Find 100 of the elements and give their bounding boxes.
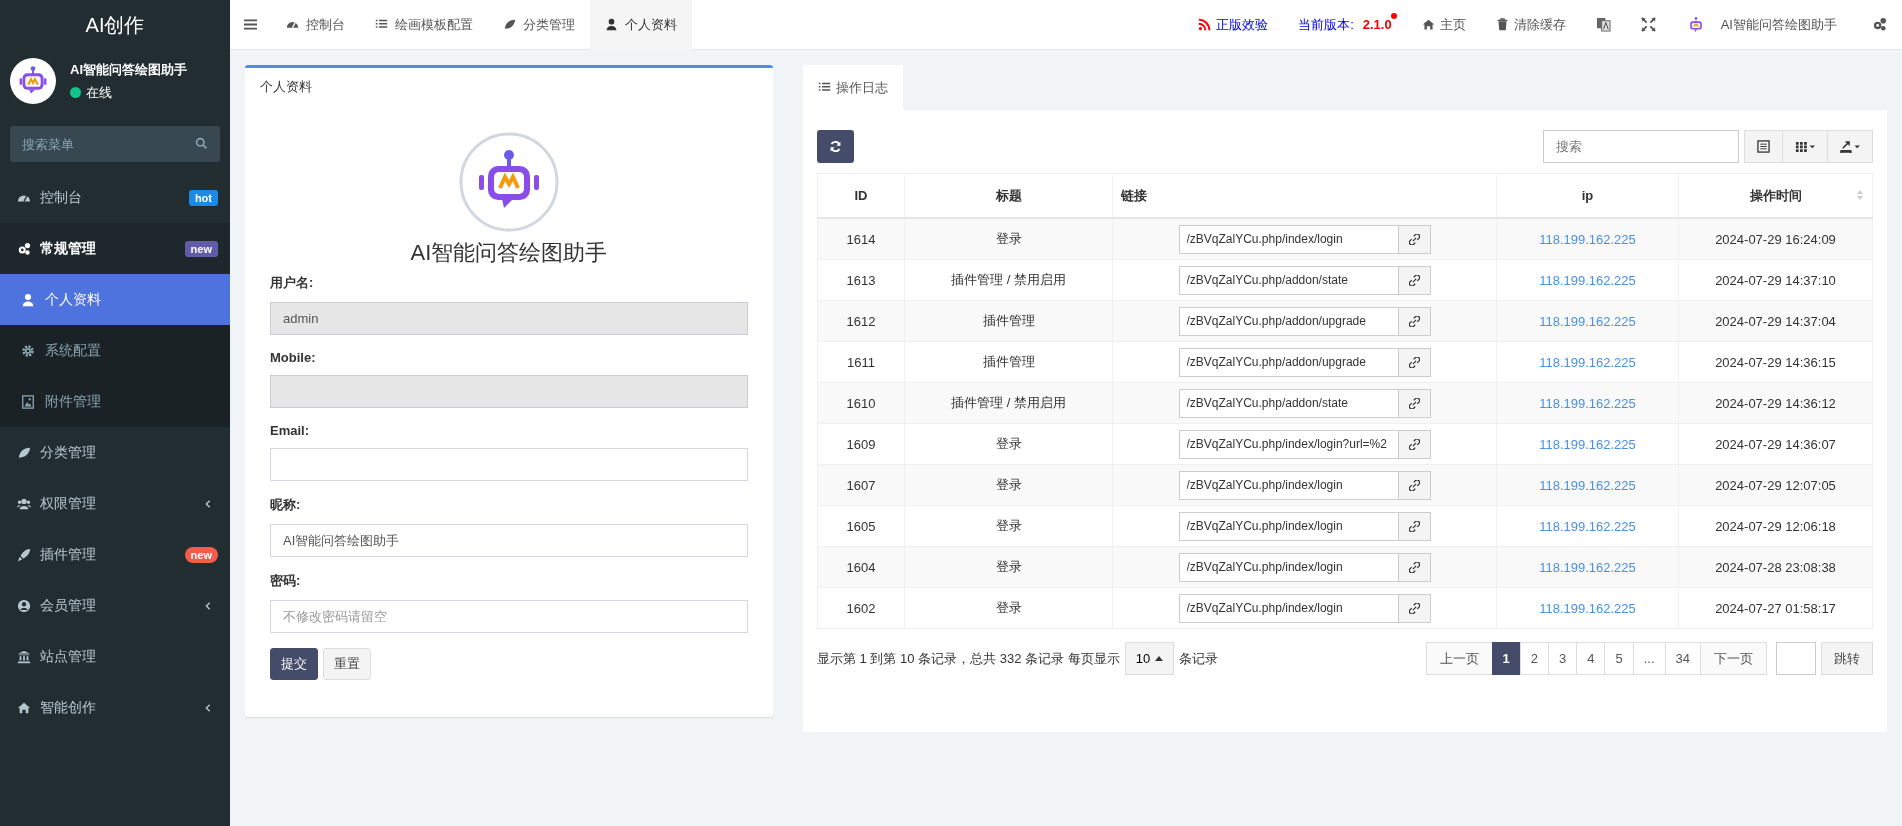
nav-tab[interactable]: 绘画模板配置 — [360, 0, 488, 50]
table-cell: 2024-07-29 14:36:12 — [1678, 382, 1873, 424]
user-name: AI智能问答绘图助手 — [70, 60, 187, 79]
prev-page-button[interactable]: 上一页 — [1425, 642, 1493, 675]
link-icon — [1408, 315, 1420, 327]
version-link[interactable]: 当前版本: 2.1.0 — [1283, 15, 1407, 34]
update-dot — [1390, 12, 1397, 19]
home-link[interactable]: 主页 — [1406, 15, 1481, 34]
open-link-button[interactable] — [1398, 347, 1431, 377]
submit-button[interactable]: 提交 — [270, 648, 318, 680]
sidebar-menu-item[interactable]: 会员管理 — [0, 580, 230, 631]
gear-icon — [21, 343, 35, 358]
submenu-item-label: 附件管理 — [45, 392, 101, 411]
next-page-button[interactable]: 下一页 — [1700, 642, 1767, 675]
menu-item-label: 控制台 — [40, 188, 83, 207]
reset-button[interactable]: 重置 — [323, 648, 371, 680]
url-field[interactable]: /zBVqZalYCu.php/index/login?url=%2 — [1178, 429, 1399, 459]
go-button[interactable]: 跳转 — [1821, 642, 1873, 675]
caret-left-icon — [204, 498, 212, 509]
export-button[interactable] — [1827, 130, 1873, 163]
menu-badge: hot — [188, 189, 218, 206]
sidebar-menu-item[interactable]: 分类管理 — [0, 427, 230, 478]
menu-search-field[interactable]: 搜索菜单 — [10, 126, 220, 162]
table-cell: 1613 — [817, 259, 905, 301]
table-cell: 1605 — [817, 505, 905, 547]
url-field[interactable]: /zBVqZalYCu.php/index/login — [1178, 511, 1399, 541]
genuine-check-link[interactable]: 正版效验 — [1183, 15, 1284, 34]
url-field[interactable]: /zBVqZalYCu.php/addon/upgrade — [1178, 347, 1399, 377]
columns-button[interactable] — [1782, 130, 1828, 163]
home-icon — [17, 700, 31, 715]
user-menu[interactable]: AI智能问答绘图助手 — [1670, 14, 1857, 35]
caret-left-icon — [204, 702, 212, 713]
page-size-dropdown[interactable]: 10 — [1124, 642, 1175, 675]
link-icon — [1408, 233, 1420, 245]
page-button[interactable]: 5 — [1604, 642, 1634, 675]
open-link-button[interactable] — [1398, 552, 1431, 582]
input-field[interactable] — [270, 448, 748, 481]
grid-caret-icon — [1795, 140, 1815, 153]
caret-up-icon — [1155, 656, 1164, 661]
sidebar-menu-item[interactable]: 常规管理 new — [0, 223, 230, 274]
input-field[interactable]: 不修改密码请留空 — [270, 600, 748, 633]
sidebar-submenu-item[interactable]: 个人资料 — [0, 274, 230, 325]
sidebar-submenu-item[interactable]: 附件管理 — [0, 376, 230, 427]
sidebar-menu-item[interactable]: 权限管理 — [0, 478, 230, 529]
log-tab[interactable]: 操作日志 — [803, 65, 903, 110]
url-field[interactable]: /zBVqZalYCu.php/addon/state — [1178, 388, 1399, 418]
clear-cache-link[interactable]: 清除缓存 — [1480, 15, 1581, 34]
page-button[interactable]: 4 — [1576, 642, 1606, 675]
table-cell: 2024-07-29 14:37:04 — [1678, 300, 1873, 342]
open-link-button[interactable] — [1398, 224, 1431, 254]
open-link-button[interactable] — [1398, 511, 1431, 541]
page-button[interactable]: 3 — [1548, 642, 1578, 675]
table-cell: 插件管理 — [904, 341, 1113, 383]
nav-tab[interactable]: 分类管理 — [488, 0, 590, 50]
page-number-field[interactable] — [1776, 642, 1816, 675]
search-icon — [195, 137, 208, 150]
list-icon — [818, 81, 831, 94]
page-summary-suffix: 条记录 — [1179, 649, 1219, 668]
robot-avatar-icon — [459, 132, 559, 232]
sidebar-menu-item[interactable]: 智能创作 — [0, 682, 230, 733]
nav-tab[interactable]: 个人资料 — [590, 0, 692, 50]
link-icon — [1408, 356, 1420, 368]
open-link-button[interactable] — [1398, 593, 1431, 623]
link-icon — [1408, 520, 1420, 532]
search-field[interactable]: 搜索 — [1543, 130, 1739, 163]
open-link-button[interactable] — [1398, 388, 1431, 418]
open-link-button[interactable] — [1398, 265, 1431, 295]
sidebar-menu-item[interactable]: 控制台 hot — [0, 172, 230, 223]
page-button[interactable]: 1 — [1491, 642, 1521, 675]
open-link-button[interactable] — [1398, 429, 1431, 459]
user-circle-icon — [17, 598, 31, 613]
open-link-button[interactable] — [1398, 470, 1431, 500]
trash-icon — [1495, 18, 1509, 31]
refresh-button[interactable] — [817, 130, 854, 163]
page-button[interactable]: 2 — [1519, 642, 1549, 675]
sidebar-menu-item[interactable]: 站点管理 — [0, 631, 230, 682]
page-button[interactable]: ... — [1632, 642, 1666, 675]
url-field[interactable]: /zBVqZalYCu.php/addon/upgrade — [1178, 306, 1399, 336]
url-field[interactable]: /zBVqZalYCu.php/index/login — [1178, 593, 1399, 623]
table-cell: 1604 — [817, 546, 905, 588]
url-field[interactable]: /zBVqZalYCu.php/index/login — [1178, 224, 1399, 254]
open-link-button[interactable] — [1398, 306, 1431, 336]
url-field[interactable]: /zBVqZalYCu.php/addon/state — [1178, 265, 1399, 295]
sidebar-menu-item[interactable]: 插件管理 new — [0, 529, 230, 580]
field-label: 用户名: — [270, 274, 315, 292]
input-field[interactable]: AI智能问答绘图助手 — [270, 524, 748, 557]
home-icon — [1421, 18, 1435, 31]
table-cell: 2024-07-29 14:36:15 — [1678, 341, 1873, 383]
field-label: 密码: — [270, 572, 302, 590]
table-cell: 插件管理 / 禁用启用 — [904, 382, 1113, 424]
table-cell: 2024-07-29 12:07:05 — [1678, 464, 1873, 506]
table-cell: 登录 — [904, 464, 1113, 506]
sidebar-submenu-item[interactable]: 系统配置 — [0, 325, 230, 376]
table-cell: 2024-07-29 16:24:09 — [1678, 218, 1873, 260]
nav-tab[interactable]: 控制台 — [271, 0, 360, 50]
image-icon — [21, 394, 35, 409]
url-field[interactable]: /zBVqZalYCu.php/index/login — [1178, 470, 1399, 500]
url-field[interactable]: /zBVqZalYCu.php/index/login — [1178, 552, 1399, 582]
table-cell: 2024-07-27 01:58:17 — [1678, 587, 1873, 629]
toggle-view-button[interactable] — [1744, 130, 1783, 163]
